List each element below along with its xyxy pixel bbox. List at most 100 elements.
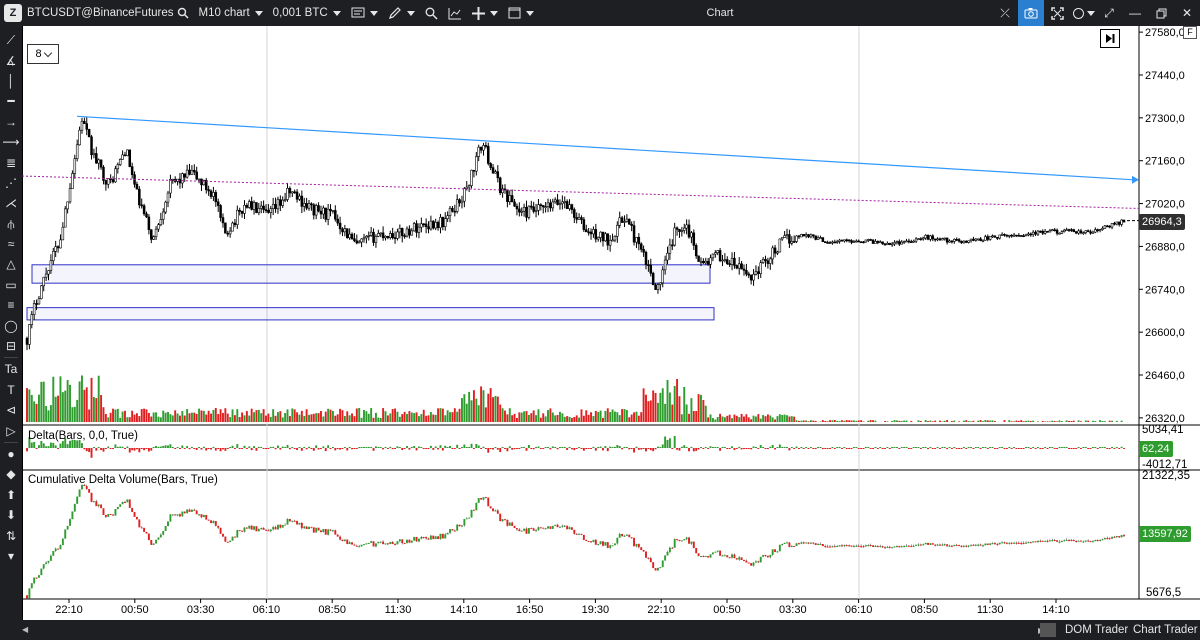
sort-icon[interactable]: ⇅ <box>0 525 22 545</box>
trend-channel-icon[interactable]: ⋰ <box>0 173 22 193</box>
fullscreen-icon[interactable] <box>1044 0 1070 26</box>
window-layout-button[interactable] <box>503 0 539 26</box>
period-selector[interactable]: 8 <box>27 44 59 64</box>
gann-fan-icon[interactable]: ⫛ <box>0 214 22 234</box>
cdv-min-label: 5676,5 <box>1146 587 1182 599</box>
volume-bar <box>327 408 330 422</box>
rectangle-icon[interactable]: ▭ <box>0 275 22 295</box>
corner-format-button[interactable]: F <box>1183 26 1197 39</box>
settings-icon[interactable]: ⤢ <box>1096 0 1122 26</box>
angle-ruler-icon[interactable]: ∡ <box>0 50 22 70</box>
candle-body <box>44 273 48 278</box>
cdv-bar <box>788 542 791 547</box>
skip-end-icon <box>1106 34 1115 43</box>
candle-body <box>114 168 117 183</box>
link-icon[interactable]: ⤫ <box>992 0 1018 26</box>
cdv-bar <box>496 510 499 514</box>
delta-bar <box>1106 448 1109 449</box>
arrow-line-icon[interactable]: → <box>0 112 22 132</box>
ellipse-icon[interactable]: ◯ <box>0 315 22 335</box>
indicators-button[interactable] <box>443 0 467 26</box>
crosshair-button[interactable] <box>467 0 503 26</box>
horizontal-scrollbar[interactable]: ◀ <box>22 625 1052 635</box>
triangle-icon[interactable]: △ <box>0 254 22 274</box>
link-group-icon[interactable] <box>1070 0 1096 26</box>
candle-body <box>991 235 994 238</box>
cdv-bar <box>1029 542 1032 544</box>
close-icon[interactable]: ✕ <box>1174 0 1200 26</box>
delta-bar <box>150 448 153 451</box>
minimize-icon[interactable]: — <box>1122 0 1148 26</box>
dom-trader-button[interactable]: DOM Trader <box>1065 620 1128 640</box>
scroll-thumb[interactable] <box>1040 623 1056 637</box>
cdv-bar <box>719 550 722 556</box>
delta-bar <box>257 446 260 448</box>
quantity-selector[interactable]: 0,001 BTC <box>268 0 346 26</box>
volume-bar <box>814 420 817 422</box>
candle-body <box>898 241 901 245</box>
cdv-bar <box>30 583 33 589</box>
candle-body <box>185 169 189 178</box>
candle-body <box>453 210 457 213</box>
delta-bar <box>1001 447 1004 448</box>
candle-body <box>219 205 222 218</box>
time-tick-label: 03:30 <box>779 604 807 616</box>
diamond-icon[interactable]: ◆ <box>0 464 22 484</box>
delta-bar <box>504 448 506 449</box>
cdv-bar <box>71 511 74 520</box>
zoom-button[interactable] <box>420 0 443 26</box>
restore-icon[interactable] <box>1148 0 1174 26</box>
volume-bar <box>169 414 172 422</box>
cdv-bar <box>590 541 592 543</box>
volume-bar <box>386 415 389 422</box>
cdv-bar <box>623 535 626 537</box>
horizontal-line-icon[interactable]: ━ <box>0 91 22 111</box>
cdv-bar <box>492 508 494 512</box>
indicator-icon <box>448 7 461 19</box>
arrow-down-icon[interactable]: ⬇ <box>0 505 22 525</box>
vertical-line-icon[interactable]: │ <box>0 71 22 91</box>
price-label-icon[interactable]: ⊲ <box>0 400 22 420</box>
ruler-icon[interactable]: ⟋ <box>0 30 22 50</box>
scroll-to-end-button[interactable] <box>1100 29 1120 48</box>
candle-body <box>625 218 629 222</box>
risk-reward-icon[interactable]: ⊟ <box>0 336 22 356</box>
price-tick-label: 27160,0 <box>1145 156 1185 168</box>
chart-trader-button[interactable]: Chart Trader <box>1133 620 1198 640</box>
text-icon[interactable]: T <box>0 380 22 400</box>
volume-bar <box>195 413 198 422</box>
delta-bar <box>599 446 602 448</box>
volume-bar <box>107 417 110 422</box>
ray-icon[interactable]: ⟶ <box>0 132 22 152</box>
scroll-left-icon[interactable]: ◀ <box>22 625 28 634</box>
cdv-bar <box>312 527 315 533</box>
volume-bar <box>733 414 736 422</box>
candle-body <box>451 207 454 212</box>
volume-bar <box>750 419 753 422</box>
volume-bar <box>759 418 762 422</box>
label-icon[interactable]: ▷ <box>0 420 22 440</box>
fibonacci-icon[interactable]: ≣ <box>0 152 22 172</box>
regression-icon[interactable]: ≈ <box>0 234 22 254</box>
volume-bar <box>427 415 430 422</box>
drawing-tools-button[interactable] <box>383 0 420 26</box>
candle-body <box>300 195 304 207</box>
volume-bar <box>324 411 327 422</box>
cdv-bar <box>102 508 105 515</box>
cdv-bar <box>52 551 55 556</box>
volume-bar <box>547 410 549 422</box>
chart-area[interactable]: 27580,0 27440,0 27300,0 27160,0 27020,0 26880… <box>22 26 1200 620</box>
chart-type-selector[interactable]: M10 chart <box>194 0 268 26</box>
instrument-selector[interactable]: BTCUSDT@BinanceFutures <box>22 0 194 26</box>
volume-profile-icon[interactable]: ≡ <box>0 295 22 315</box>
dot-icon[interactable]: ● <box>0 444 22 464</box>
template-button[interactable] <box>346 0 383 26</box>
volume-bar <box>303 415 306 422</box>
chart-canvas[interactable]: 27580,027440,027300,027160,027020,026880… <box>22 26 1200 620</box>
arrow-up-icon[interactable]: ⬆ <box>0 485 22 505</box>
pitchfork-icon[interactable]: ⋌ <box>0 193 22 213</box>
app-logo[interactable]: Z <box>4 4 22 22</box>
more-tools-icon[interactable]: ▾ <box>0 546 22 566</box>
camera-icon[interactable] <box>1018 0 1044 26</box>
text-note-icon[interactable]: Ta <box>0 359 22 379</box>
